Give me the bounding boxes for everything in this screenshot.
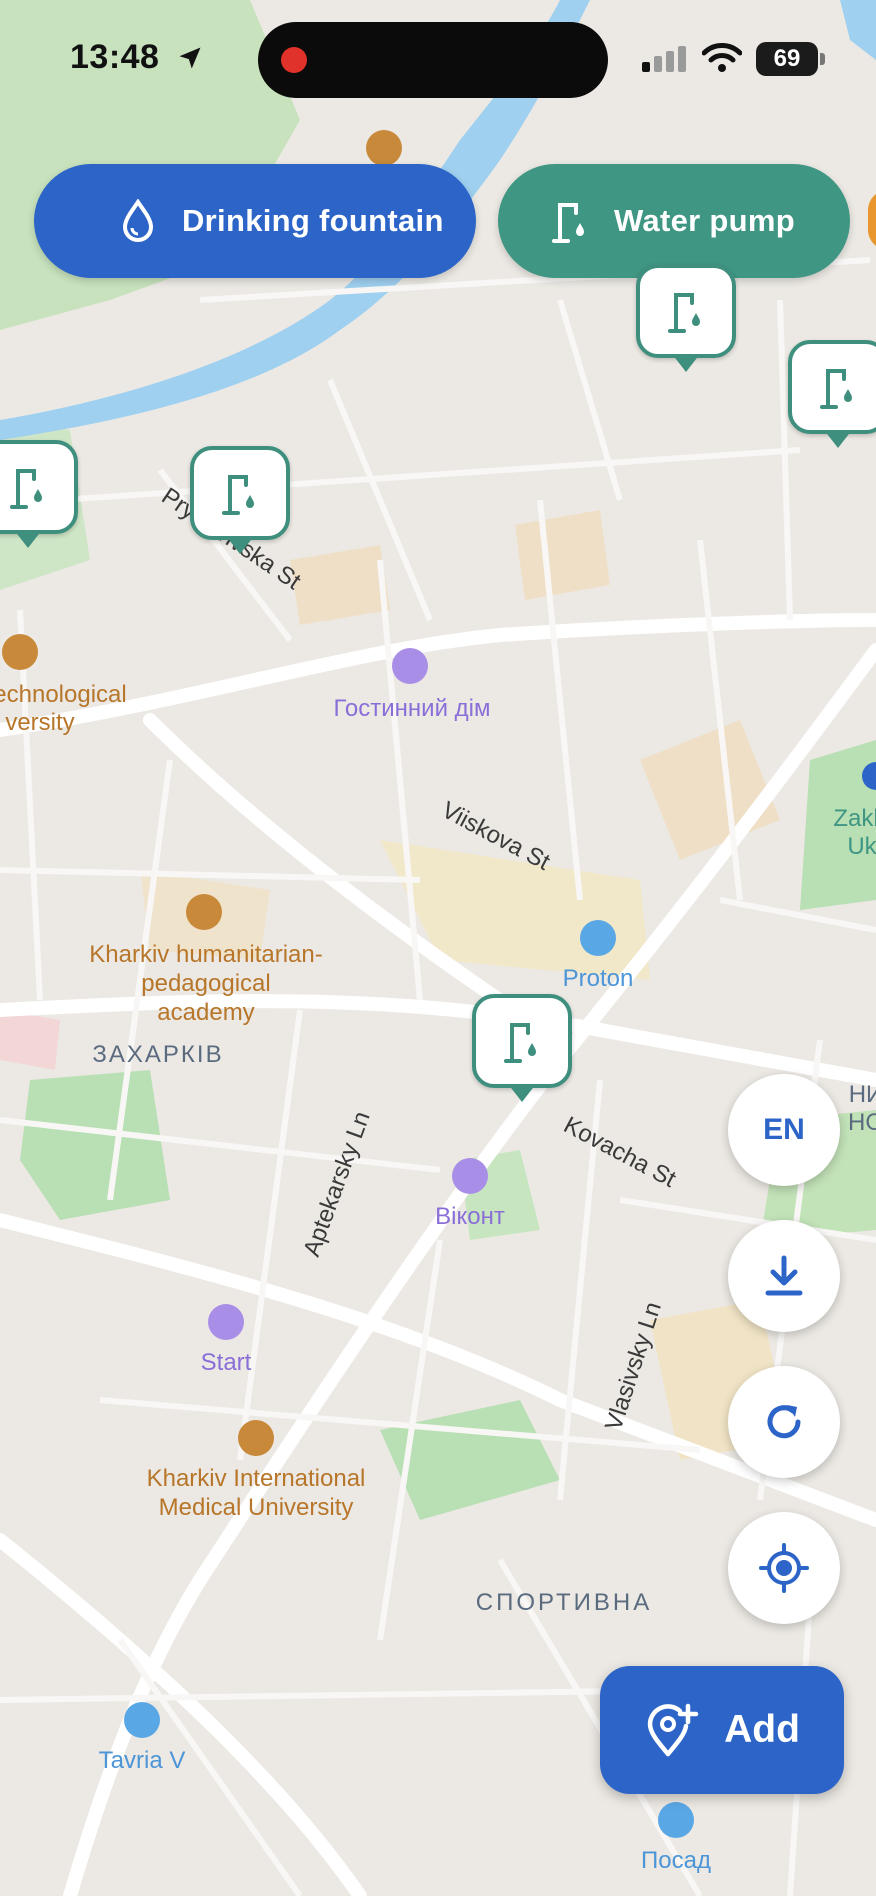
clock: 13:48 [70, 38, 160, 76]
wifi-icon [702, 43, 742, 72]
water-pump-icon [10, 469, 42, 509]
map-marker-water-pump[interactable] [190, 446, 296, 558]
language-button[interactable]: EN [728, 1074, 840, 1186]
map-marker-water-pump[interactable] [0, 440, 84, 552]
refresh-button[interactable] [728, 1366, 840, 1478]
poi-label: Віконт [435, 1203, 505, 1230]
water-pump-icon [668, 293, 700, 333]
download-icon [765, 1255, 803, 1296]
poi-label: Tavria V [99, 1747, 186, 1774]
poi-label: Посад [641, 1847, 711, 1874]
poi-label: Start [201, 1349, 252, 1376]
street-label: Vlasivsky Ln [600, 1299, 667, 1434]
district-label: НИ [849, 1081, 876, 1108]
map-labels: Prymerivska St Viiskova St Kovacha St Ap… [0, 130, 876, 1874]
map-marker-water-pump[interactable] [788, 340, 876, 452]
map-marker-water-pump[interactable] [472, 994, 578, 1106]
district-label: СПОРТИВНА [476, 1589, 652, 1616]
water-pump-icon [548, 199, 592, 243]
cellular-signal-icon [642, 46, 686, 72]
status-bar: 13:48 69 [0, 0, 876, 110]
poi-label: Kharkiv International [147, 1465, 366, 1492]
poi-label: academy [157, 999, 254, 1026]
water-pump-icon [504, 1023, 536, 1063]
poi-label: Гостинний дім [334, 695, 491, 722]
district-label: ЗАХАРКІВ [92, 1041, 223, 1068]
poi-label: Ukr [847, 833, 876, 860]
water-pump-icon [222, 475, 254, 515]
street-label: Kovacha St [559, 1111, 680, 1193]
poi-label: Zakhy [833, 805, 876, 832]
battery-indicator: 69 [756, 42, 818, 76]
add-location-button[interactable]: Add [600, 1666, 844, 1794]
poi-label: Kharkiv humanitarian- [89, 941, 322, 968]
filter-label: Drinking fountain [182, 203, 444, 238]
add-location-pin-icon [647, 1703, 699, 1757]
battery-cap [820, 53, 825, 65]
water-pump-icon [820, 369, 852, 409]
add-label: Add [724, 1708, 800, 1751]
street-label: Aptekarsky Ln [298, 1108, 375, 1260]
poi-label: Proton [563, 965, 634, 992]
crosshair-icon [759, 1543, 809, 1593]
location-arrow-icon [179, 47, 201, 69]
poi-label: echnological [0, 681, 127, 708]
filter-drinking-fountain[interactable]: Drinking fountain [34, 164, 476, 278]
filter-label: Water pump [614, 203, 795, 238]
refresh-icon [767, 1405, 801, 1439]
map-marker-water-pump[interactable] [636, 264, 742, 376]
my-location-button[interactable] [728, 1512, 840, 1624]
street-label: Viiskova St [437, 796, 554, 876]
download-button[interactable] [728, 1220, 840, 1332]
district-label: НО [848, 1109, 876, 1136]
dynamic-island [258, 22, 608, 98]
poi-label: Medical University [159, 1494, 354, 1521]
language-label: EN [763, 1113, 805, 1146]
filter-water-pump[interactable]: Water pump [498, 164, 850, 278]
poi-label: pedagogical [141, 970, 270, 997]
poi-label: versity [5, 709, 74, 736]
recording-indicator [281, 47, 307, 73]
water-drop-icon [116, 199, 160, 243]
